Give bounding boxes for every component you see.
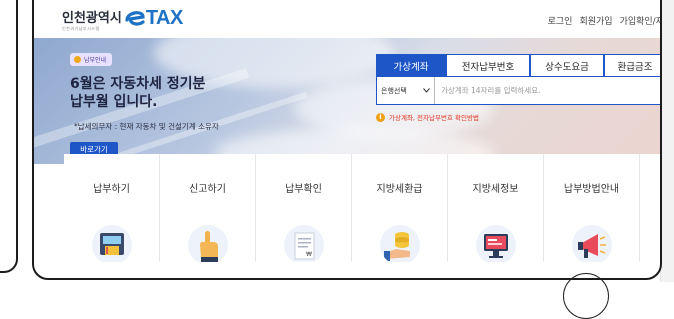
tab-virtual-account[interactable]: 가상계좌: [376, 54, 446, 76]
menu-item-pay[interactable]: 납부하기: [64, 154, 160, 262]
page-scroll-margin: [660, 0, 674, 282]
bank-select-value: 은행선택: [381, 86, 407, 95]
menu-item-report[interactable]: 신고하기: [160, 154, 256, 262]
svg-text:₩: ₩: [306, 251, 312, 258]
help-link-text: 가상계좌, 전자납부번호 확인방법: [389, 114, 479, 122]
payment-tabs: 가상계좌 전자납부번호 상수도요금 환급금조: [376, 54, 660, 76]
tab-water-bill[interactable]: 상수도요금: [530, 54, 604, 76]
computer-monitor-icon: [476, 225, 516, 262]
logo-city-name: 인천광역시: [62, 10, 122, 25]
adjacent-device-frame: [0, 0, 18, 273]
menu-item-label: 납부방법안내: [563, 184, 620, 195]
hand-pointer-icon: [188, 225, 228, 262]
speaker-icon: [74, 56, 81, 63]
logo-brand-text: TAX: [145, 7, 184, 29]
menu-item-payment-guide[interactable]: 납부방법안내: [544, 154, 640, 262]
menu-item-label: 신고하기: [189, 184, 226, 195]
document-icon: ₩: [284, 225, 324, 262]
e-mark-icon: [125, 11, 145, 26]
tab-refund[interactable]: 환급금조: [604, 54, 660, 76]
info-icon: i: [376, 112, 385, 122]
signup-link[interactable]: 회원가입: [579, 14, 612, 27]
service-menu: 납부하기 신고하기 납부확인 ₩ 지방세환급 지방세정보 납부방법안내: [64, 154, 660, 262]
menu-item-label: 지방세환급: [376, 184, 423, 195]
hero-title: 6월은 자동차세 정기분 납부월 입니다.: [70, 75, 205, 111]
hero-title-line1: 6월은 자동차세 정기분: [70, 76, 206, 92]
megaphone-icon: [572, 225, 612, 262]
incheon-etax-logo[interactable]: 인천광역시 인천과거납부시스템 TAX: [62, 7, 184, 31]
account-number-input[interactable]: 가상계좌 14자리를 입력하세요.: [435, 85, 541, 96]
account-search-row: 은행선택 가상계좌 14자리를 입력하세요.: [376, 76, 660, 105]
menu-item-label: 지방세정보: [472, 184, 519, 195]
menu-item-confirm[interactable]: 납부확인 ₩: [256, 154, 352, 262]
membership-check-link[interactable]: 가입확인/재: [620, 14, 660, 27]
menu-item-info[interactable]: 지방세정보: [448, 154, 544, 262]
menu-item-label: 납부확인: [285, 184, 322, 195]
logo-subtext: 인천과거납부시스템: [62, 26, 100, 31]
menu-item-label: 납부하기: [93, 184, 130, 195]
chevron-down-icon: [423, 88, 430, 93]
atm-payment-icon: [92, 225, 132, 262]
home-button: [563, 273, 609, 319]
header-links: 로그인 회원가입 가입확인/재: [548, 14, 660, 27]
coins-hand-icon: [380, 225, 420, 262]
notice-badge-label: 납부안내: [84, 57, 107, 64]
menu-item-refund[interactable]: 지방세환급: [352, 154, 448, 262]
hero-subtitle: *납세의무자 : 현재 자동차 및 건설기계 소유자: [74, 122, 219, 131]
payment-search-panel: 가상계좌 전자납부번호 상수도요금 환급금조 은행선택 가상계좌 14자리를 입…: [376, 54, 660, 146]
help-link[interactable]: i 가상계좌, 전자납부번호 확인방법: [376, 112, 479, 122]
website-screen: 인천광역시 인천과거납부시스템 TAX 로그인 회원가입 가입확인/재 납부안내…: [34, 2, 660, 262]
hero-title-line2: 납부월 입니다.: [70, 94, 158, 110]
login-link[interactable]: 로그인: [548, 14, 573, 27]
tab-electronic-payment-number[interactable]: 전자납부번호: [446, 54, 530, 76]
notice-badge: 납부안내: [70, 53, 113, 66]
site-header: 인천광역시 인천과거납부시스템 TAX 로그인 회원가입 가입확인/재: [34, 2, 660, 38]
bank-select[interactable]: 은행선택: [377, 77, 435, 104]
tablet-frame: 인천광역시 인천과거납부시스템 TAX 로그인 회원가입 가입확인/재 납부안내…: [32, 0, 662, 280]
